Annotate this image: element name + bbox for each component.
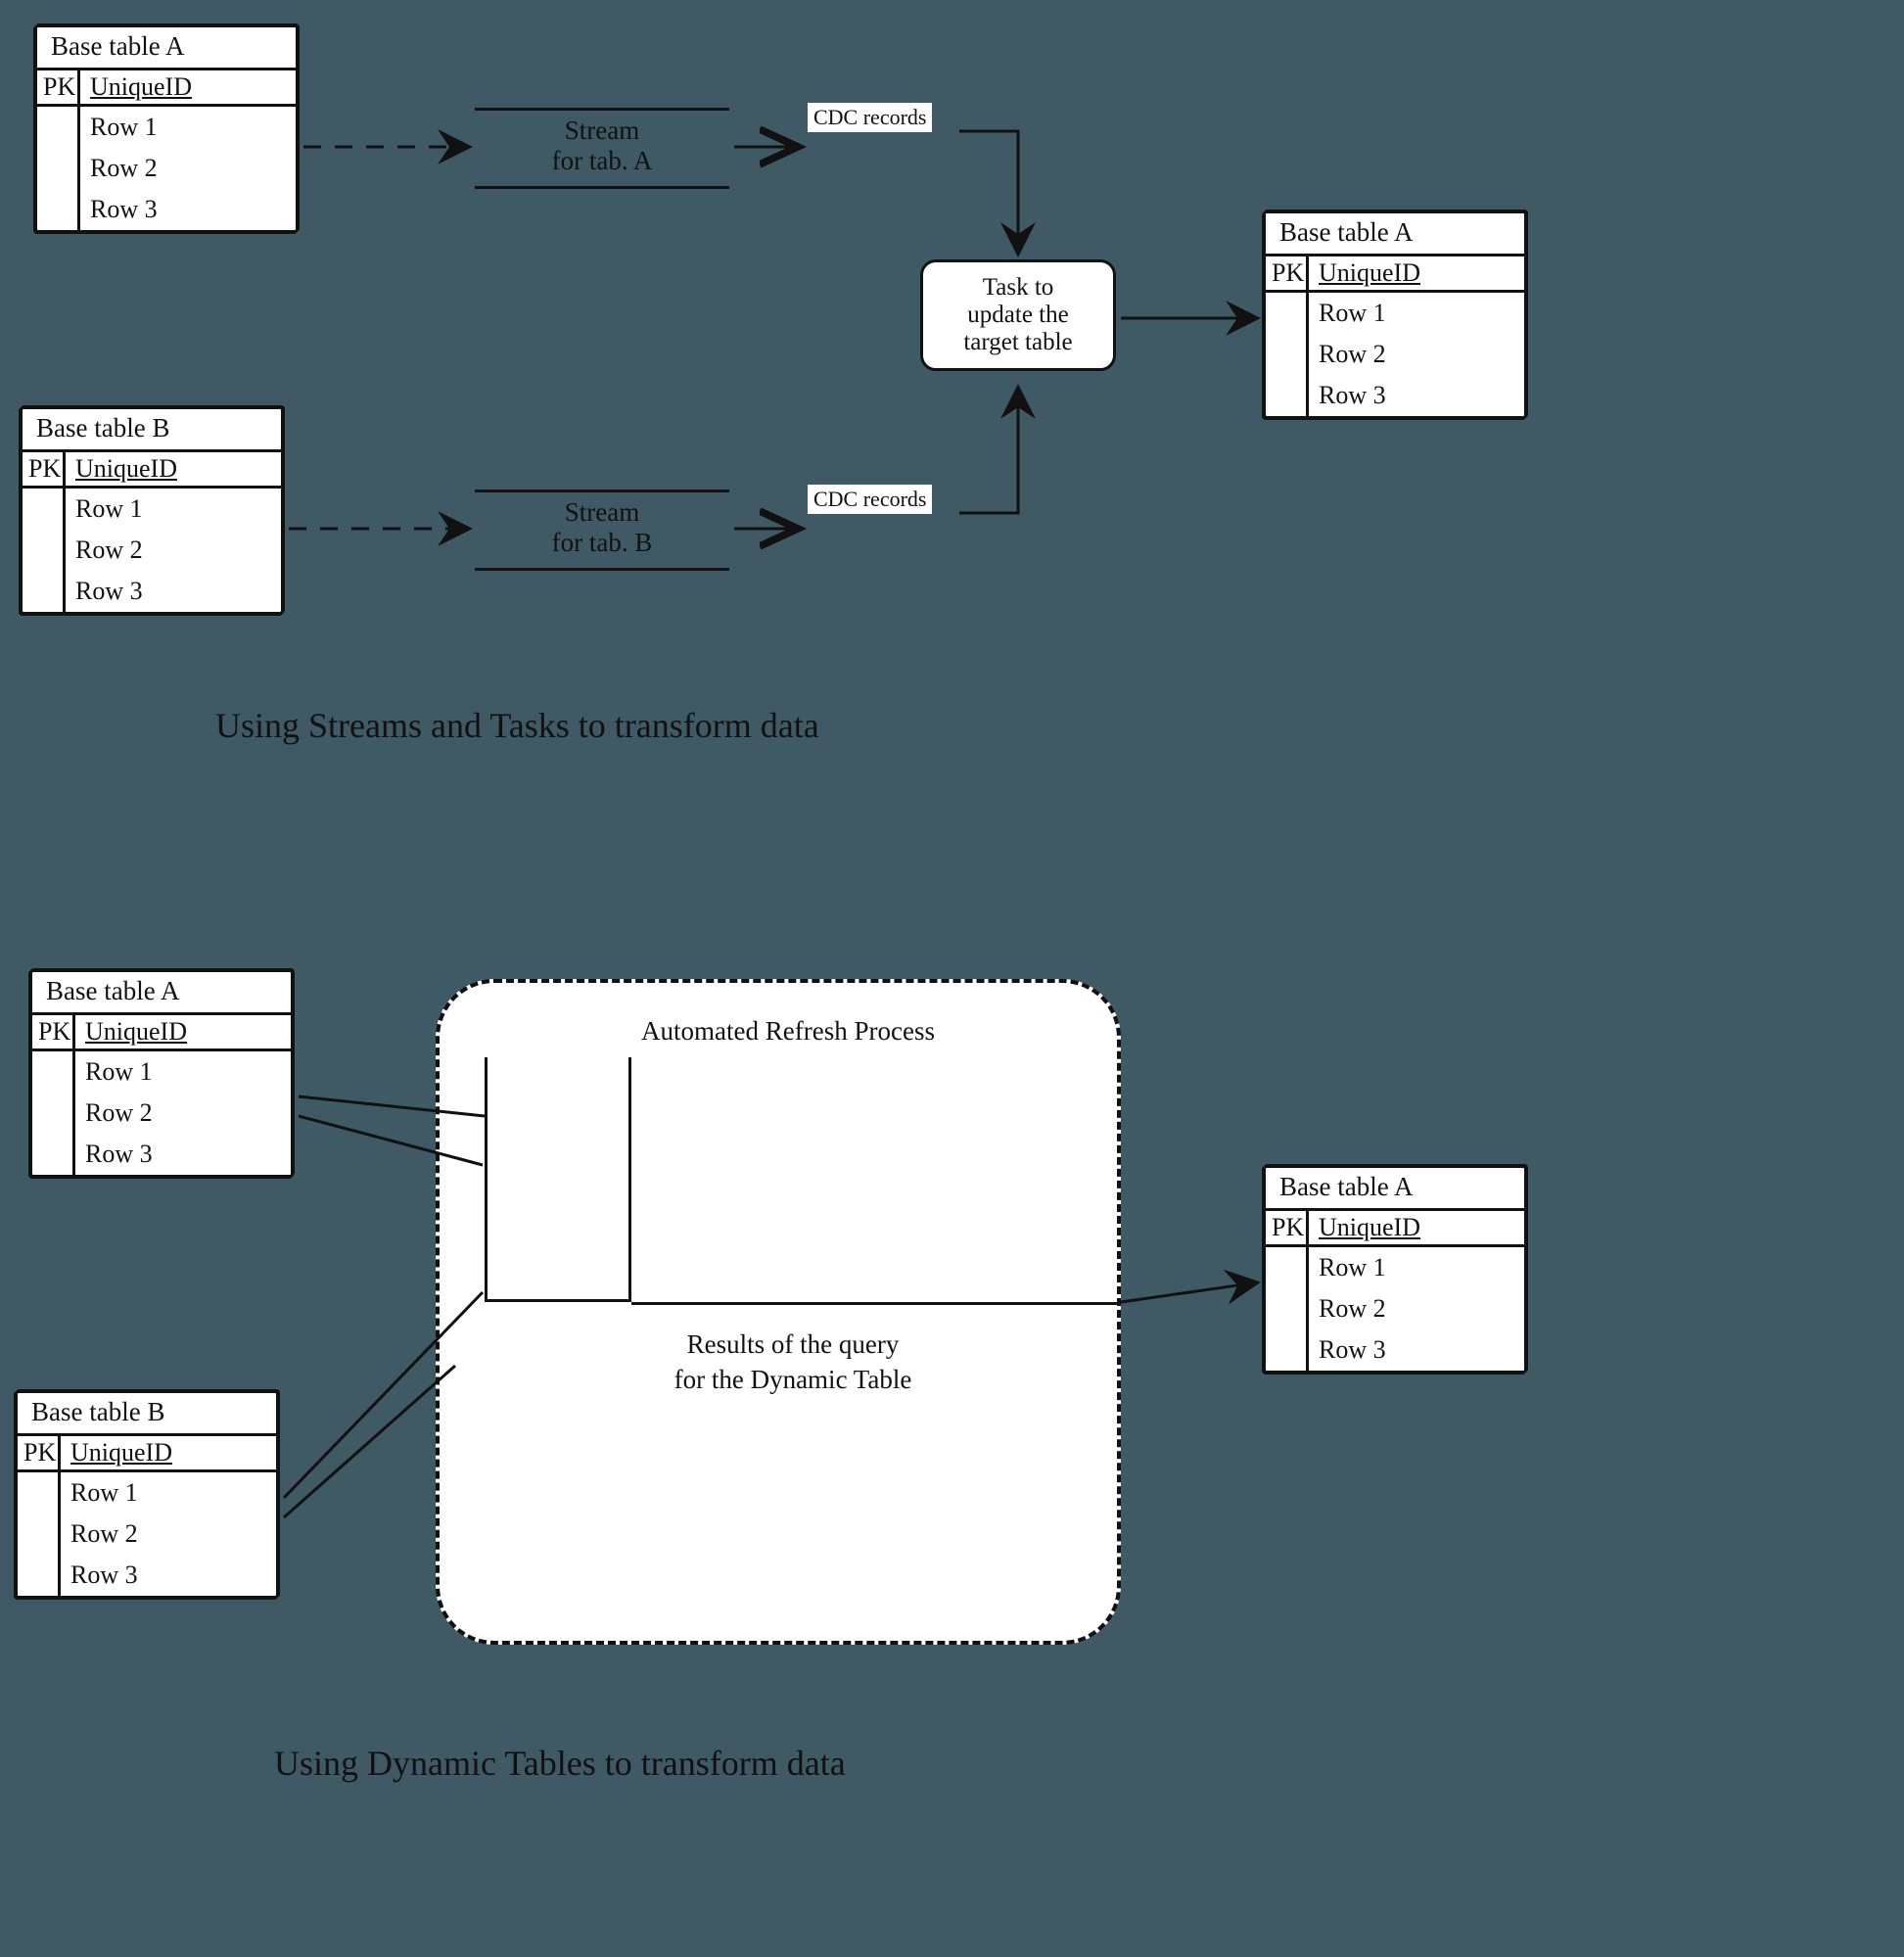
uid-header: UniqueID (80, 70, 296, 104)
caption-diagram1: Using Streams and Tasks to transform dat… (215, 705, 819, 746)
table-title: Base table A (1266, 213, 1524, 256)
refresh-bottom-line (631, 1302, 1121, 1305)
pk-header: PK (32, 1015, 75, 1048)
refresh-title: Automated Refresh Process (558, 1013, 1018, 1048)
table-row: Row 2 (1309, 334, 1524, 375)
table-title: Base table A (37, 27, 296, 70)
pk-header: PK (23, 452, 66, 486)
table-title: Base table B (23, 409, 281, 452)
cdc-records-a: CDC records (808, 103, 932, 132)
stream-a-top-line (475, 108, 729, 111)
table-base-a-d2: Base table A PK UniqueID Row 1 Row 2 Row… (29, 969, 294, 1178)
table-title: Base table A (1266, 1168, 1524, 1211)
table-title: Base table B (18, 1393, 276, 1436)
table-row: Row 3 (61, 1555, 276, 1596)
task-box: Task to update the target table (920, 259, 1116, 371)
table-output-d2: Base table A PK UniqueID Row 1 Row 2 Row… (1263, 1165, 1527, 1374)
uid-header: UniqueID (66, 452, 281, 486)
table-row: Row 1 (80, 107, 296, 148)
table-row: Row 3 (75, 1134, 291, 1175)
uid-header: UniqueID (75, 1015, 291, 1048)
stream-b-bottom-line (475, 568, 729, 571)
table-title: Base table A (32, 972, 291, 1015)
table-row: Row 1 (1309, 293, 1524, 334)
table-output-d1: Base table A PK UniqueID Row 1 Row 2 Row… (1263, 210, 1527, 419)
table-row: Row 2 (1309, 1288, 1524, 1329)
pk-header: PK (1266, 256, 1309, 290)
table-row: Row 2 (61, 1514, 276, 1555)
table-row: Row 2 (75, 1093, 291, 1134)
table-row: Row 1 (66, 489, 281, 530)
table-row: Row 2 (66, 530, 281, 571)
table-row: Row 3 (80, 189, 296, 230)
cdc-records-b: CDC records (808, 485, 932, 514)
uid-header: UniqueID (1309, 1211, 1524, 1244)
caption-diagram2: Using Dynamic Tables to transform data (274, 1743, 846, 1784)
table-row: Row 1 (75, 1051, 291, 1093)
pk-header: PK (18, 1436, 61, 1469)
pk-header: PK (1266, 1211, 1309, 1244)
table-row: Row 3 (1309, 1329, 1524, 1371)
result-label: Results of the query for the Dynamic Tab… (597, 1327, 989, 1398)
table-row: Row 1 (61, 1472, 276, 1514)
refresh-inner-rect (485, 1057, 631, 1302)
uid-header: UniqueID (61, 1436, 276, 1469)
table-base-a-d1: Base table A PK UniqueID Row 1 Row 2 Row… (34, 24, 299, 233)
table-row: Row 1 (1309, 1247, 1524, 1288)
stream-b-top-line (475, 489, 729, 492)
stream-a-bottom-line (475, 186, 729, 189)
table-row: Row 3 (1309, 375, 1524, 416)
stream-b-label: Stream for tab. B (480, 497, 724, 558)
uid-header: UniqueID (1309, 256, 1524, 290)
pk-header: PK (37, 70, 80, 104)
table-base-b-d1: Base table B PK UniqueID Row 1 Row 2 Row… (20, 406, 284, 615)
table-base-b-d2: Base table B PK UniqueID Row 1 Row 2 Row… (15, 1390, 279, 1599)
table-row: Row 2 (80, 148, 296, 189)
table-row: Row 3 (66, 571, 281, 612)
stream-a-label: Stream for tab. A (480, 116, 724, 176)
